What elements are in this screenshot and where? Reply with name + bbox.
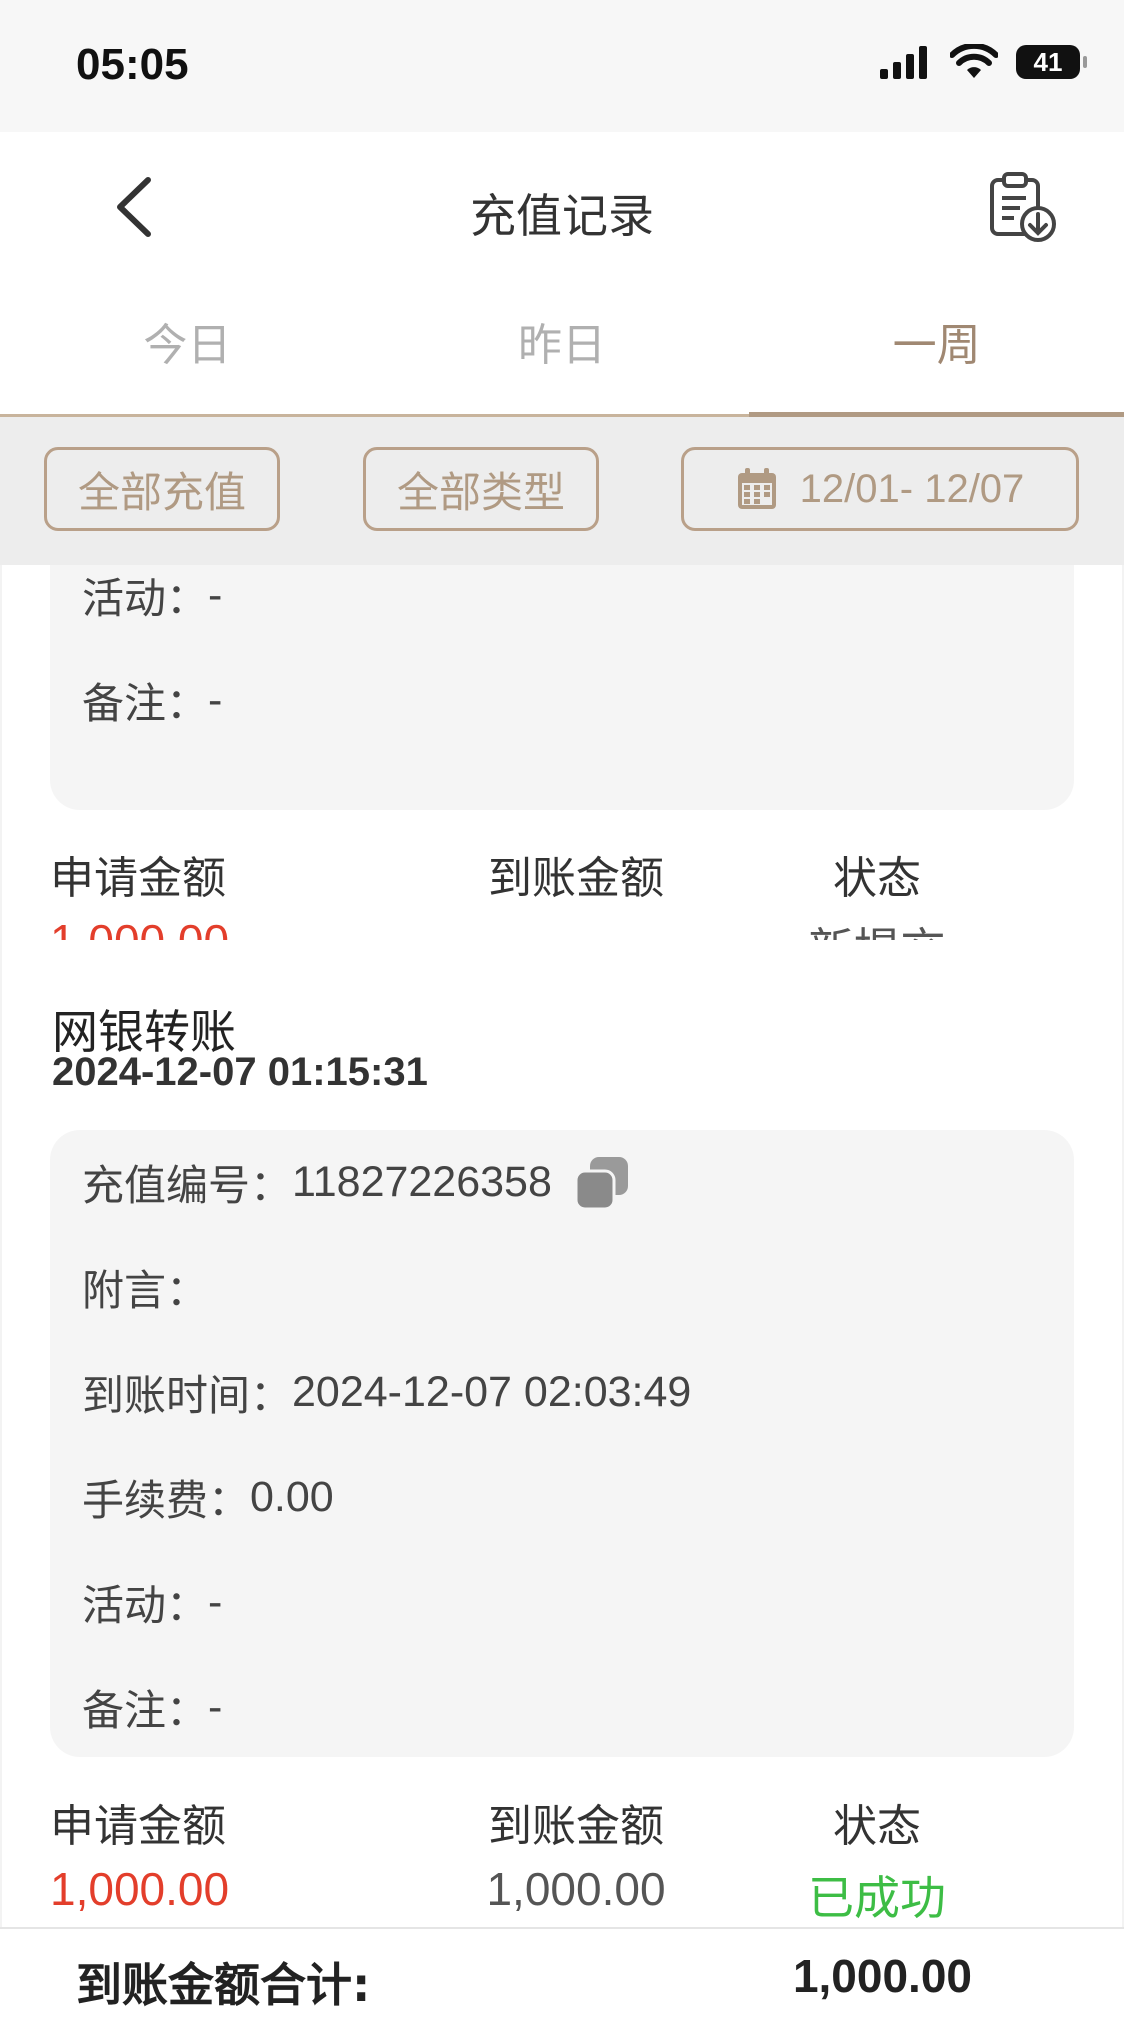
detail-row-fee: 手续费： 0.00 — [82, 1467, 334, 1528]
detail-label: 备注： — [82, 679, 209, 728]
arrive-amount-value: 1,000.00 — [486, 1863, 666, 1915]
copy-icon[interactable] — [574, 1155, 630, 1211]
detail-row-activity: 活动： - — [82, 1572, 222, 1633]
record-detail-box: 活动： - 备注： - — [50, 565, 1074, 810]
page-title: 充值记录 — [470, 189, 654, 243]
tab-week[interactable]: 一周 — [749, 282, 1124, 417]
status-label: 状态 — [833, 853, 921, 904]
detail-value: 0.00 — [250, 1473, 334, 1521]
detail-label: 充值编号： — [82, 1161, 293, 1210]
date-range-button[interactable]: 12/01- 12/07 — [681, 447, 1079, 531]
detail-row-arrival-time: 到账时间： 2024-12-07 02:03:49 — [82, 1362, 691, 1423]
tab-today[interactable]: 今日 — [0, 282, 375, 414]
detail-label: 到账时间： — [82, 1371, 293, 1420]
recharge-filter-button[interactable]: 全部充值 — [44, 447, 280, 531]
record-summary: 申请金额 1,000.00 到账金额 1,000.00 状态 已成功 — [2, 1790, 1122, 1924]
detail-row-remark: 备注： - — [82, 1677, 222, 1738]
total-value: 1,000.00 — [792, 1950, 972, 2002]
detail-label: 手续费： — [82, 1476, 251, 1525]
status-badge: 已成功 — [808, 1872, 946, 1924]
detail-row-postscript: 附言： — [82, 1257, 208, 1318]
wifi-icon — [950, 44, 998, 78]
status-time: 05:05 — [76, 40, 189, 89]
clipboard-download-icon[interactable] — [986, 170, 1060, 244]
record-detail-box: 充值编号： 11827226358 附言： 到账时间： 2024-12-07 0… — [50, 1130, 1074, 1757]
detail-row-activity: 活动： - — [82, 565, 222, 626]
date-range-label: 12/01- 12/07 — [799, 466, 1025, 511]
status-col: 状态 已成功 — [792, 1790, 962, 1927]
status-bar: 05:05 41 — [0, 0, 1124, 132]
tab-yesterday[interactable]: 昨日 — [375, 282, 750, 414]
apply-amount-value: 1,000.00 — [50, 1863, 230, 1915]
signal-icon — [880, 46, 927, 79]
record-time: 2024-12-07 01:15:31 — [52, 1050, 428, 1094]
filter-bar: 全部充值 全部类型 12/01- 12/07 — [0, 417, 1124, 565]
arrive-amount-label: 到账金额 — [488, 1801, 664, 1852]
status-icons: 41 — [878, 44, 1087, 80]
arrive-amount-label: 到账金额 — [488, 853, 664, 904]
total-footer: 到账金额合计: 1,000.00 — [0, 1927, 1124, 2025]
type-filter-button[interactable]: 全部类型 — [363, 447, 599, 531]
detail-label: 附言： — [82, 1266, 209, 1315]
record-card: 网银转账 2024-12-07 01:15:31 充值编号： 118272263… — [2, 940, 1122, 1927]
calendar-icon — [737, 468, 776, 509]
date-tabs: 今日 昨日 一周 — [0, 282, 1124, 417]
apply-amount-label: 申请金额 — [50, 1801, 226, 1852]
detail-row-order-id: 充值编号： 11827226358 — [82, 1152, 630, 1213]
apply-amount-col: 申请金额 1,000.00 — [50, 1790, 229, 1916]
detail-value: - — [208, 571, 223, 619]
status-label: 状态 — [833, 1801, 921, 1852]
detail-value: 11827226358 — [292, 1158, 552, 1206]
battery-icon: 41 — [1016, 45, 1087, 79]
detail-row-remark: 备注： - — [82, 670, 222, 731]
detail-label: 活动： — [82, 574, 209, 623]
record-list[interactable]: 活动： - 备注： - 申请金额 1,000.00 到账金额 - 状态 新提交 — [0, 565, 1124, 1927]
detail-value: 2024-12-07 02:03:49 — [292, 1368, 692, 1416]
total-label: 到账金额合计: — [76, 1958, 371, 2012]
detail-label: 备注： — [82, 1686, 209, 1735]
arrive-amount-col: 到账金额 1,000.00 — [476, 1790, 676, 1916]
detail-label: 活动： — [82, 1581, 209, 1630]
detail-value: - — [208, 676, 223, 724]
nav-bar: 充值记录 — [0, 132, 1124, 282]
detail-value: - — [208, 1683, 223, 1731]
apply-amount-label: 申请金额 — [50, 853, 226, 904]
detail-value: - — [208, 1578, 223, 1626]
